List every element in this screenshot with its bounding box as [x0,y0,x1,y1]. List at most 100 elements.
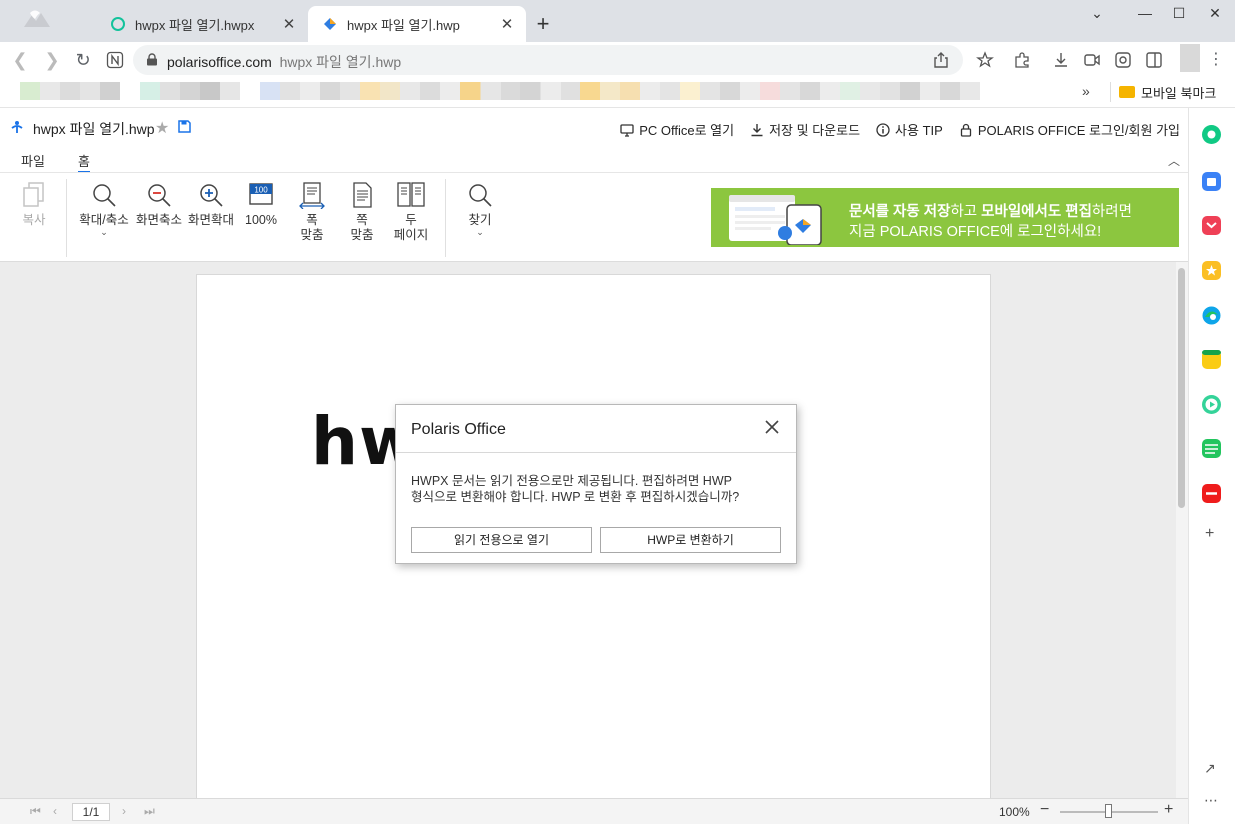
bookmark-item[interactable] [20,82,120,100]
zoom-plus-button[interactable]: + [1164,801,1173,819]
open-external-icon[interactable]: ↗ [1204,760,1216,777]
bookmark-item[interactable] [680,82,780,100]
tab-file[interactable]: 파일 [21,151,45,170]
login-signup-button[interactable]: POLARIS OFFICE 로그인/회원 가입 [959,120,1180,139]
two-page-label-1: 두 [405,213,417,227]
video-call-icon[interactable] [1083,51,1101,69]
zoom-in-button[interactable]: 화면확대 [186,181,236,228]
tab-title: hwpx 파일 열기.hwp [347,17,460,33]
convert-to-hwp-button[interactable]: HWP로 변환하기 [600,527,781,553]
zoom-100-button[interactable]: 100 100% [242,181,280,228]
open-in-pc-office-button[interactable]: PC Office로 열기 [620,120,734,139]
now-icon[interactable] [1201,483,1222,504]
vertical-scrollbar[interactable] [1176,262,1188,798]
address-bar[interactable]: polarisoffice.com hwpx 파일 열기.hwp [133,45,963,75]
status-bar: ⏮ ‹ 1/1 › ⏭ 100% − + [0,798,1188,824]
usage-tip-button[interactable]: 사용 TIP [876,120,943,139]
add-panel-icon[interactable]: + [1205,525,1214,543]
folder-icon [1119,86,1135,98]
prev-page-icon[interactable]: ‹ [53,804,57,818]
pocket-icon[interactable] [1201,215,1222,236]
favorite-star-icon[interactable]: ★ [155,118,169,138]
open-readonly-button[interactable]: 읽기 전용으로 열기 [411,527,592,553]
bookmark-folder-mobile[interactable]: 모바일 북마크 [1110,82,1216,102]
tab-hwpx[interactable]: hwpx 파일 열기.hwpx ✕ [96,6,308,42]
last-page-icon[interactable]: ⏭ [144,804,155,819]
memo-note-icon[interactable] [1201,349,1222,370]
window-close-button[interactable]: ✕ [1200,4,1230,24]
fit-page-button[interactable]: 쪽 맞춤 [344,181,380,243]
minimize-button[interactable]: — [1130,4,1160,24]
tab-close-icon[interactable]: ✕ [280,15,298,33]
extensions-puzzle-icon[interactable] [1013,51,1031,69]
browser-tabstrip: hwpx 파일 열기.hwpx ✕ hwpx 파일 열기.hwp ✕ + ⌄ —… [0,0,1235,42]
page-indicator[interactable]: 1/1 [72,803,110,821]
two-page-button[interactable]: 두 페이지 [390,181,432,243]
new-tab-button[interactable]: + [532,12,554,36]
shopping-bag-icon[interactable] [1201,171,1222,192]
bookmarks-overflow-chevron-icon[interactable]: » [1082,83,1090,99]
star-favorites-icon[interactable] [1201,260,1222,281]
maximize-button[interactable]: ☐ [1164,4,1194,24]
dropdown-chevron-icon: ⌄ [476,227,484,237]
fit-width-button[interactable]: 폭 맞춤 [294,181,330,243]
login-promo-banner[interactable]: 문서를 자동 저장하고 모바일에서도 편집하려면 지금 POLARIS OFFI… [711,188,1179,247]
save-download-button[interactable]: 저장 및 다운로드 [750,120,860,139]
first-page-icon[interactable]: ⏮ [30,804,41,819]
browser-menu-icon[interactable]: ⋮ [1204,48,1228,72]
back-button[interactable]: ❮ [8,48,32,72]
zoom-slider-knob[interactable] [1105,804,1112,818]
play-media-icon[interactable] [1201,394,1222,415]
zoom-100-icon-text: 100 [254,186,268,195]
dialog-divider [396,452,796,453]
whale-green-circle-icon[interactable] [1201,124,1222,145]
edge-like-icon[interactable] [1201,305,1222,326]
zoom-minus-button[interactable]: − [1040,801,1049,819]
screenshot-capture-icon[interactable] [1114,51,1132,69]
download-icon[interactable] [1052,51,1070,69]
more-options-icon[interactable]: ⋯ [1204,792,1218,809]
copy-label: 복사 [22,213,46,227]
banner-bold-2: 모바일에서도 편집 [981,204,1092,220]
naver-n-icon[interactable] [106,51,124,69]
bookmark-item[interactable] [360,82,460,100]
profile-avatar[interactable] [1180,44,1200,72]
find-button[interactable]: 찾기 ⌄ [462,181,498,237]
bookmark-item[interactable] [780,82,880,100]
copy-button[interactable]: 복사 [18,181,50,228]
tab-search-chevron-icon[interactable]: ⌄ [1082,4,1112,24]
side-panel-icon[interactable] [1145,51,1163,69]
zoom-100-icon: 100 [249,183,273,205]
ribbon-collapse-chevron-icon[interactable]: ︿ [1168,152,1180,169]
polaris-favicon-icon [324,18,336,30]
zoom-out-button[interactable]: 화면축소 [134,181,184,228]
tab-hwp[interactable]: hwpx 파일 열기.hwp ✕ [308,6,526,42]
tab-home[interactable]: 홈 [78,151,90,173]
url-host: polarisoffice.com [167,54,272,70]
share-icon[interactable] [933,51,949,69]
dialog-message: HWPX 문서는 읽기 전용으로만 제공됩니다. 편집하려면 HWP 형식으로 … [411,473,781,505]
webtoon-icon[interactable] [1201,438,1222,459]
save-icon[interactable] [178,120,191,133]
bookmark-item[interactable] [880,82,980,100]
copy-icon [23,182,44,207]
forward-button[interactable]: ❯ [40,48,64,72]
bookmark-item[interactable] [140,82,240,100]
zoom-out-icon [148,184,171,207]
dialog-close-icon[interactable] [764,419,780,435]
dialog-message-line-2: 형식으로 변환해야 합니다. HWP 로 변환 후 편집하시겠습니까? [411,490,740,504]
zoom-toggle-button[interactable]: 확대/축소 ⌄ [76,181,132,237]
bookmark-item[interactable] [580,82,680,100]
document-filename: hwpx 파일 열기.hwp [33,121,155,137]
fit-width-label-2: 맞춤 [300,228,324,242]
magnifier-icon [93,184,116,207]
reload-button[interactable]: ↻ [71,48,95,72]
lock-icon [147,53,157,66]
bookmark-item[interactable] [460,82,580,100]
bookmark-star-icon[interactable] [976,51,994,69]
scrollbar-thumb[interactable] [1178,268,1185,508]
next-page-icon[interactable]: › [122,804,126,818]
tab-close-icon[interactable]: ✕ [498,15,516,33]
bookmark-item[interactable] [260,82,360,100]
fit-page-icon [353,182,372,208]
